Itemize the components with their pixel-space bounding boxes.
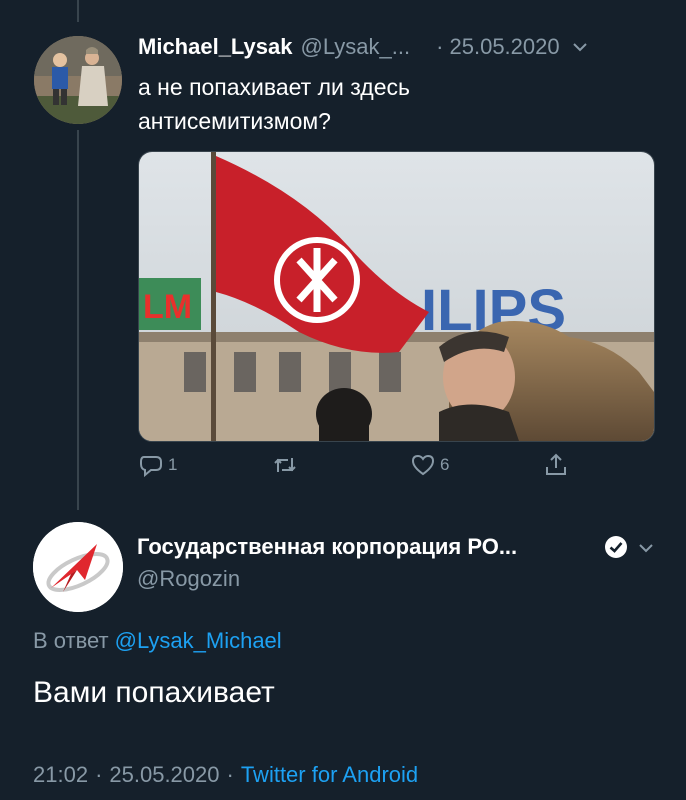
reply-button[interactable]: 1 [138,452,177,478]
tweet-header: Michael_Lysak @Lysak_... · 25.05.2020 [138,34,658,60]
like-icon [411,454,435,476]
tweet-meta: 21:02 · 25.05.2020 · Twitter for Android [33,762,418,788]
tweet-source-link[interactable]: Twitter for Android [241,762,418,787]
retweet-icon [274,458,296,472]
reply-context: В ответ @Lysak_Michael [33,628,282,654]
retweet-button[interactable] [272,452,302,478]
author-handle[interactable]: @Lysak_... [301,34,411,60]
sign-text-left: LM [143,288,192,326]
tweet-text: Вами попахивает [33,676,275,709]
verified-icon [605,536,627,558]
reply-mention-link[interactable]: @Lysak_Michael [115,628,282,653]
author-handle[interactable]: @Rogozin [137,566,240,592]
share-icon [546,453,566,475]
like-count: 6 [440,455,450,474]
chevron-down-icon[interactable] [570,37,590,57]
tweet-text: а не попахивает ли здесь антисемитизмом? [138,70,538,138]
avatar-roscosmos[interactable] [33,522,123,612]
tweet-photo[interactable]: LM ILIPS [138,151,655,442]
reply-icon [140,456,162,478]
avatar[interactable] [34,36,122,124]
tweet-actions: 1 6 [138,452,658,488]
tweet-text-line: а не попахивает ли здесь [138,74,411,100]
thread-line [77,130,79,510]
tweet-date[interactable]: 25.05.2020 [109,762,219,787]
thread-line-top [77,0,79,22]
author-name[interactable]: Государственная корпорация РО... [137,534,517,560]
share-button[interactable] [543,452,569,478]
like-button[interactable]: 6 [410,452,449,478]
tweet-time[interactable]: 21:02 [33,762,88,787]
chevron-down-icon[interactable] [636,538,656,558]
tweet-date[interactable]: · 25.05.2020 [436,34,560,60]
reply-count: 1 [168,455,178,474]
tweet-text-line: антисемитизмом? [138,108,331,134]
author-name[interactable]: Michael_Lysak [138,34,293,60]
reply-prefix: В ответ [33,628,109,653]
separator-dot: · [226,762,234,787]
separator-dot: · [95,762,103,787]
